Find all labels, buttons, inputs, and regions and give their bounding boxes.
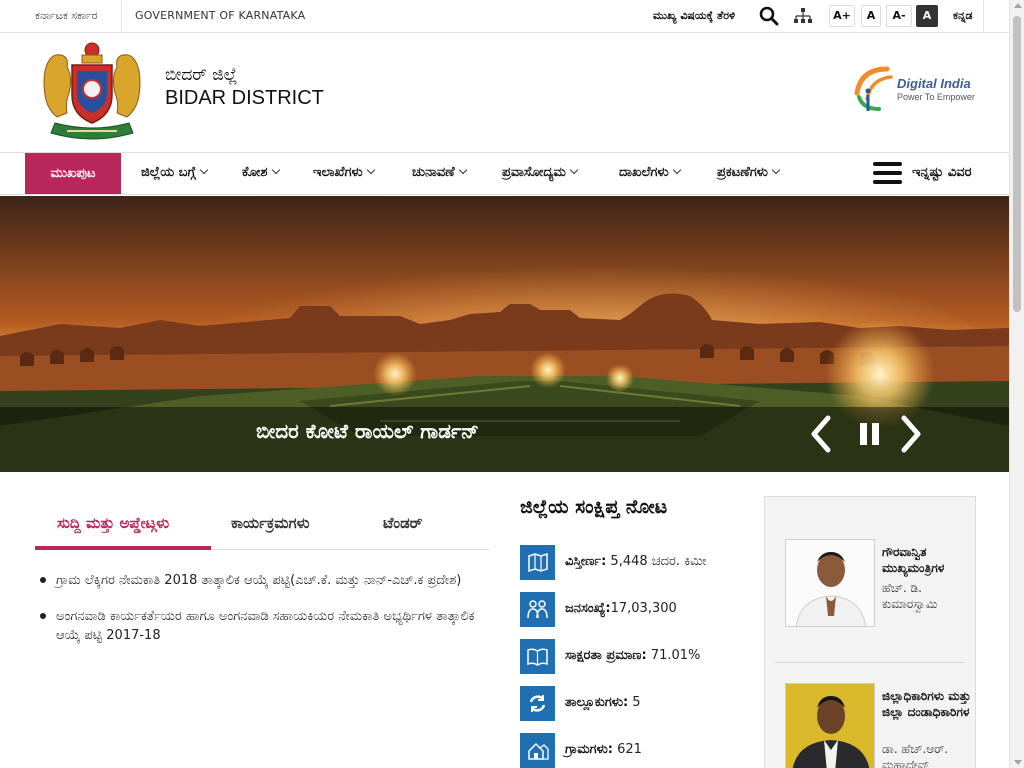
refresh-icon: [520, 686, 555, 721]
chevron-down-icon: [771, 165, 781, 175]
site-title[interactable]: ಬೀದರ್ ಜಿಲ್ಲೆ BIDAR DISTRICT: [165, 65, 324, 111]
scroll-down-icon[interactable]: [1014, 760, 1022, 765]
dignitary-role: ಗೌರವಾನ್ವಿತ ಮುಖ್ಯಮಂತ್ರಿಗಳ: [882, 545, 945, 575]
sitemap-icon[interactable]: [793, 6, 813, 26]
divider: [983, 0, 984, 33]
dignitary-role: ಜಿಲ್ಲಾಧಿಕಾರಿಗಳು ಮತ್ತು ಜಿಲ್ಲಾ ದಂಡಾಧಿಕಾರಿಗ…: [882, 689, 971, 719]
pause-icon[interactable]: [856, 414, 886, 454]
digital-india-logo[interactable]: Digital India Power To Empower: [851, 63, 981, 115]
page: ಕರ್ನಾಟಕ ಸರ್ಕಾರ GOVERNMENT OF KARNATAKA ಮ…: [0, 0, 1009, 768]
stat-population: ಜನಸಂಖ್ಯೆ:17,03,300: [520, 592, 755, 628]
high-contrast-button[interactable]: A: [916, 5, 938, 27]
stat-value: 71.01%: [646, 648, 701, 663]
tab-news-updates[interactable]: ಸುದ್ದಿ ಮತ್ತು ಅಪ್ಡೇಟ್ಗಳು: [57, 514, 169, 532]
chevron-down-icon: [458, 165, 467, 175]
vertical-scrollbar[interactable]: [1009, 0, 1024, 768]
dignitary-name: ಡಾ. ಹೆಚ್.ಆರ್. ಮಹಾದೇವ್: [882, 742, 949, 768]
stat-label: ತಾಲ್ಲೂಕುಗಳು:: [565, 695, 629, 710]
map-icon: [520, 545, 555, 580]
nav-item-tourism[interactable]: ಪ್ರವಾಸೋದ್ಯಮ: [502, 165, 579, 180]
snapshot-title: ಜಿಲ್ಲೆಯ ಸಂಕ್ಷಿಪ್ತ ನೋಟ: [520, 496, 668, 518]
chevron-down-icon: [569, 165, 579, 175]
gov-en-link[interactable]: GOVERNMENT OF KARNATAKA: [135, 9, 305, 22]
nav-item-documents[interactable]: ದಾಖಲೆಗಳು: [619, 165, 681, 180]
stat-label: ಜನಸಂಖ್ಯೆ:: [565, 601, 611, 616]
nav-item-label: ಕೋಶ: [242, 165, 268, 180]
scrollbar-thumb[interactable]: [1013, 16, 1021, 312]
nav-item-notices[interactable]: ಪ್ರಕಟಣೆಗಳು: [717, 165, 781, 180]
scroll-up-icon[interactable]: [1014, 3, 1022, 8]
hero-banner: ಬೀದರ ಕೋಟೆ ರಾಯಲ್ ಗಾರ್ಡನ್: [0, 196, 1009, 472]
stat-value: 5,448 ಚದರ. ಕಿಮೀ: [606, 554, 707, 569]
gov-kn-link[interactable]: ಕರ್ನಾಟಕ ಸರ್ಕಾರ: [35, 9, 97, 23]
digital-india-subtitle: Power To Empower: [897, 92, 975, 102]
search-icon[interactable]: [759, 6, 779, 26]
stat-label: ಸಾಕ್ಷರತಾ ಪ್ರಮಾಣ:: [565, 648, 647, 663]
chevron-down-icon: [672, 165, 681, 175]
next-slide-icon[interactable]: [896, 414, 926, 454]
language-toggle[interactable]: ಕನ್ನಡ: [953, 9, 973, 23]
nav-item-label: ಚುನಾವಣೆ: [412, 165, 455, 180]
chief-minister-photo: [785, 539, 875, 627]
stat-villages: ಗ್ರಾಮಗಳು: 621: [520, 733, 755, 768]
chevron-down-icon: [271, 165, 280, 175]
dignitaries-panel: ಗೌರವಾನ್ವಿತ ಮುಖ್ಯಮಂತ್ರಿಗಳ ಹೆಚ್. ಡಿ. ಕುಮಾರ…: [764, 496, 976, 768]
news-tabs: ಸುದ್ದಿ ಮತ್ತು ಅಪ್ಡೇಟ್ಗಳು ಕಾರ್ಯಕ್ರಮಗಳು ಟೆಂ…: [35, 508, 489, 550]
nav-item-departments[interactable]: ಇಲಾಖೆಗಳು: [313, 165, 375, 180]
nav-item-about-district[interactable]: ಜಿಲ್ಲೆಯ ಬಗ್ಗೆ: [141, 165, 209, 180]
stat-value: 5: [628, 695, 641, 710]
hamburger-icon: [873, 162, 902, 184]
site-title-kn: ಬೀದರ್ ಜಿಲ್ಲೆ: [165, 65, 238, 85]
karnataka-emblem-logo[interactable]: [37, 41, 147, 143]
main-nav: ಮುಖಪುಟ ಜಿಲ್ಲೆಯ ಬಗ್ಗೆ ಕೋಶ ಇಲಾಖೆಗಳು ಚುನಾವಣ…: [0, 152, 1009, 195]
nav-item-label: ಜಿಲ್ಲೆಯ ಬಗ್ಗೆ: [141, 165, 196, 180]
nav-item-directory[interactable]: ಕೋಶ: [242, 165, 280, 180]
banner-caption: ಬೀದರ ಕೋಟೆ ರಾಯಲ್ ಗಾರ್ಡನ್: [256, 419, 479, 443]
top-bar: ಕರ್ನಾಟಕ ಸರ್ಕಾರ GOVERNMENT OF KARNATAKA ಮ…: [0, 0, 1009, 33]
stat-value: 17,03,300: [610, 601, 677, 616]
digital-india-title: Digital India: [897, 76, 971, 91]
nav-item-label: ಪ್ರಕಟಣೆಗಳು: [717, 165, 768, 180]
nav-item-label: ದಾಖಲೆಗಳು: [619, 165, 669, 180]
tab-events[interactable]: ಕಾರ್ಯಕ್ರಮಗಳು: [231, 514, 310, 532]
divider: [121, 0, 122, 33]
active-tab-indicator: [35, 546, 211, 550]
stat-label: ವಿಸ್ತೀರ್ಣ:: [565, 554, 607, 569]
chevron-down-icon: [366, 165, 375, 175]
font-decrease-button[interactable]: A-: [886, 5, 912, 27]
divider: [775, 662, 965, 663]
nav-item-label: ಪ್ರವಾಸೋದ್ಯಮ: [502, 165, 566, 180]
stat-value: 621: [612, 742, 642, 757]
village-icon: [520, 733, 555, 768]
font-normal-button[interactable]: A: [861, 5, 881, 27]
nav-item-label: ಇಲಾಖೆಗಳು: [313, 165, 363, 180]
prev-slide-icon[interactable]: [806, 414, 836, 454]
people-icon: [520, 592, 555, 627]
nav-more-label: ಇನ್ನಷ್ಟು ವಿವರ: [912, 165, 972, 180]
book-icon: [520, 639, 555, 674]
font-increase-button[interactable]: A+: [829, 5, 855, 27]
news-item[interactable]: ಗ್ರಾಮ ಲೆಕ್ಕಿಗರ ನೇಮಕಾತಿ 2018 ತಾತ್ಕಾಲಿಕ ಆಯ…: [38, 571, 490, 590]
dignitary-name: ಹೆಚ್. ಡಿ. ಕುಮಾರಸ್ವಾಮಿ: [882, 581, 938, 611]
stat-label: ಗ್ರಾಮಗಳು:: [565, 742, 613, 757]
skip-to-main-link[interactable]: ಮುಖ್ಯ ವಿಷಯಕ್ಕೆ ತೆರಳಿ: [653, 9, 735, 23]
site-header: ಬೀದರ್ ಜಿಲ್ಲೆ BIDAR DISTRICT Digital Indi…: [0, 33, 1009, 152]
tab-tenders[interactable]: ಟೆಂಡರ್: [383, 514, 422, 532]
stat-taluks: ತಾಲ್ಲೂಕುಗಳು: 5: [520, 686, 755, 722]
chevron-down-icon: [199, 165, 209, 175]
news-item[interactable]: ಅಂಗನವಾಡಿ ಕಾರ್ಯಕರ್ತೆಯರ ಹಾಗೂ ಅಂಗನವಾಡಿ ಸಹಾಯ…: [38, 607, 490, 645]
stat-area: ವಿಸ್ತೀರ್ಣ: 5,448 ಚದರ. ಕಿಮೀ: [520, 545, 755, 581]
stat-literacy: ಸಾಕ್ಷರತಾ ಪ್ರಮಾಣ: 71.01%: [520, 639, 755, 675]
nav-item-election[interactable]: ಚುನಾವಣೆ: [412, 165, 467, 180]
news-list: ಗ್ರಾಮ ಲೆಕ್ಕಿಗರ ನೇಮಕಾತಿ 2018 ತಾತ್ಕಾಲಿಕ ಆಯ…: [38, 571, 490, 662]
deputy-commissioner-photo: [785, 683, 875, 768]
nav-home[interactable]: ಮುಖಪುಟ: [25, 153, 121, 194]
site-title-en: BIDAR DISTRICT: [165, 87, 324, 109]
